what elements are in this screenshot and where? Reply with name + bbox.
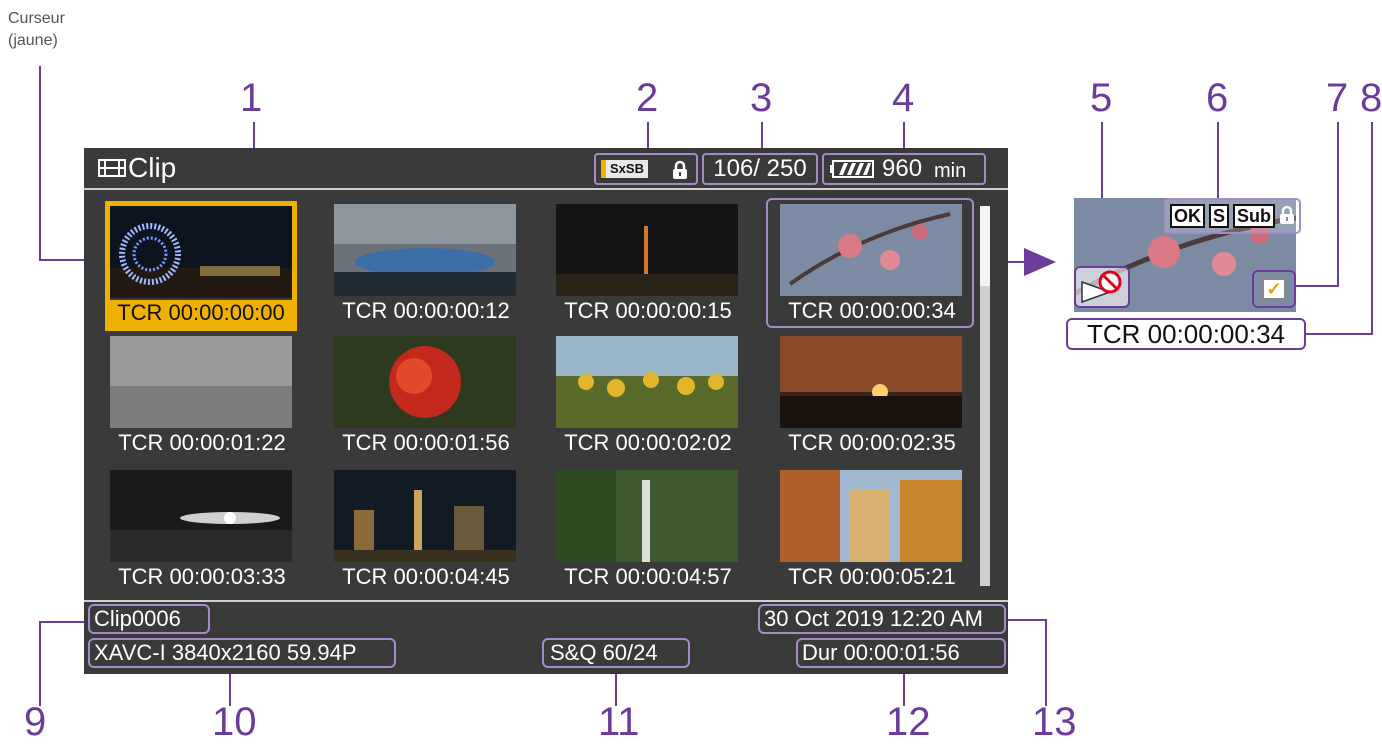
thumbnail-2[interactable]: TCR 00:00:00:12 xyxy=(334,204,516,324)
video-format: XAVC-I 3840x2160 59.94P xyxy=(94,640,357,665)
thumbnail-10[interactable]: TCR 00:00:04:45 xyxy=(334,470,516,590)
thumbnail-7[interactable]: TCR 00:00:02:02 xyxy=(556,336,738,456)
battery-remaining: 960 xyxy=(882,155,923,182)
lock-icon xyxy=(673,160,687,179)
thumbnail-tcr: TCR 00:00:01:56 xyxy=(342,430,510,455)
thumbnail-image xyxy=(334,336,516,428)
clip-thumbnail-screen: Clip SxSB 106/ 250 960 min TCR 00:00:00:… xyxy=(84,148,1008,674)
thumbnail-image xyxy=(334,470,516,562)
thumbnail-tcr: TCR 00:00:02:02 xyxy=(564,430,732,455)
thumbnail-3[interactable]: TCR 00:00:00:15 xyxy=(556,204,738,324)
thumbnail-tcr: TCR 00:00:04:57 xyxy=(564,564,732,589)
thumbnail-1[interactable]: TCR 00:00:00:00 xyxy=(105,201,297,331)
thumbnail-tcr: TCR 00:00:01:22 xyxy=(118,430,286,455)
highlight-frame xyxy=(766,198,974,328)
thumbnail-tcr: TCR 00:00:03:33 xyxy=(118,564,286,589)
lock-icon xyxy=(1280,205,1295,224)
media-slot-label: SxSB xyxy=(601,160,648,178)
thumbnail-tcr: TCR 00:00:02:35 xyxy=(788,430,956,455)
playback-prohibited-icon xyxy=(1081,270,1122,304)
recording-datetime: 30 Oct 2019 12:20 AM xyxy=(764,606,983,631)
thumbnail-tcr: TCR 00:00:04:45 xyxy=(342,564,510,589)
thumbnail-9[interactable]: TCR 00:00:03:33 xyxy=(110,470,292,590)
slow-quick-setting: S&Q 60/24 xyxy=(550,640,658,665)
thumbnail-image xyxy=(334,204,516,296)
thumbnail-image xyxy=(556,336,738,428)
shot-mark-badge: S xyxy=(1209,204,1230,228)
screen-title: Clip xyxy=(128,152,177,183)
thumbnail-tcr: TCR 00:00:00:15 xyxy=(564,298,732,323)
battery-icon xyxy=(830,160,874,178)
ok-mark-badge: OK xyxy=(1170,204,1205,228)
clip-name: Clip0006 xyxy=(94,606,181,631)
scrollbar[interactable] xyxy=(980,206,990,586)
thumbnail-image xyxy=(780,470,962,562)
thumbnail-6[interactable]: TCR 00:00:01:56 xyxy=(334,336,516,456)
selection-checkbox-frame: ✓ xyxy=(1252,270,1296,308)
thumbnail-image xyxy=(556,470,738,562)
thumbnail-tcr: TCR 00:00:00:12 xyxy=(342,298,510,323)
media-status: SxSB xyxy=(594,153,698,185)
battery-status: 960 min xyxy=(822,153,986,185)
scrollbar-thumb[interactable] xyxy=(980,206,990,286)
film-clip-icon xyxy=(98,159,126,177)
clip-flags: OK S Sub xyxy=(1164,198,1302,234)
thumbnail-11[interactable]: TCR 00:00:04:57 xyxy=(556,470,738,590)
thumbnail-tcr: TCR 00:00:00:00 xyxy=(105,300,297,326)
thumbnail-image xyxy=(110,470,292,562)
thumbnail-image xyxy=(110,206,292,298)
thumbnail-12[interactable]: TCR 00:00:05:21 xyxy=(780,470,962,590)
detail-tcr: TCR 00:00:00:34 xyxy=(1066,318,1306,350)
thumbnail-5[interactable]: TCR 00:00:01:22 xyxy=(110,336,292,456)
thumbnail-tcr: TCR 00:00:05:21 xyxy=(788,564,956,589)
battery-unit: min xyxy=(934,160,967,182)
check-icon[interactable]: ✓ xyxy=(1262,278,1286,300)
thumbnail-image xyxy=(110,336,292,428)
title-bar: Clip SxSB 106/ 250 960 min xyxy=(84,148,1008,190)
sub-badge: Sub xyxy=(1233,204,1276,228)
thumbnail-image xyxy=(780,336,962,428)
playback-disabled-frame xyxy=(1074,266,1130,308)
info-divider xyxy=(84,600,1008,602)
thumbnail-8[interactable]: TCR 00:00:02:35 xyxy=(780,336,962,456)
clip-duration: Dur 00:00:01:56 xyxy=(802,640,960,665)
thumbnail-image xyxy=(556,204,738,296)
clip-count: 106/ 250 xyxy=(702,153,818,185)
